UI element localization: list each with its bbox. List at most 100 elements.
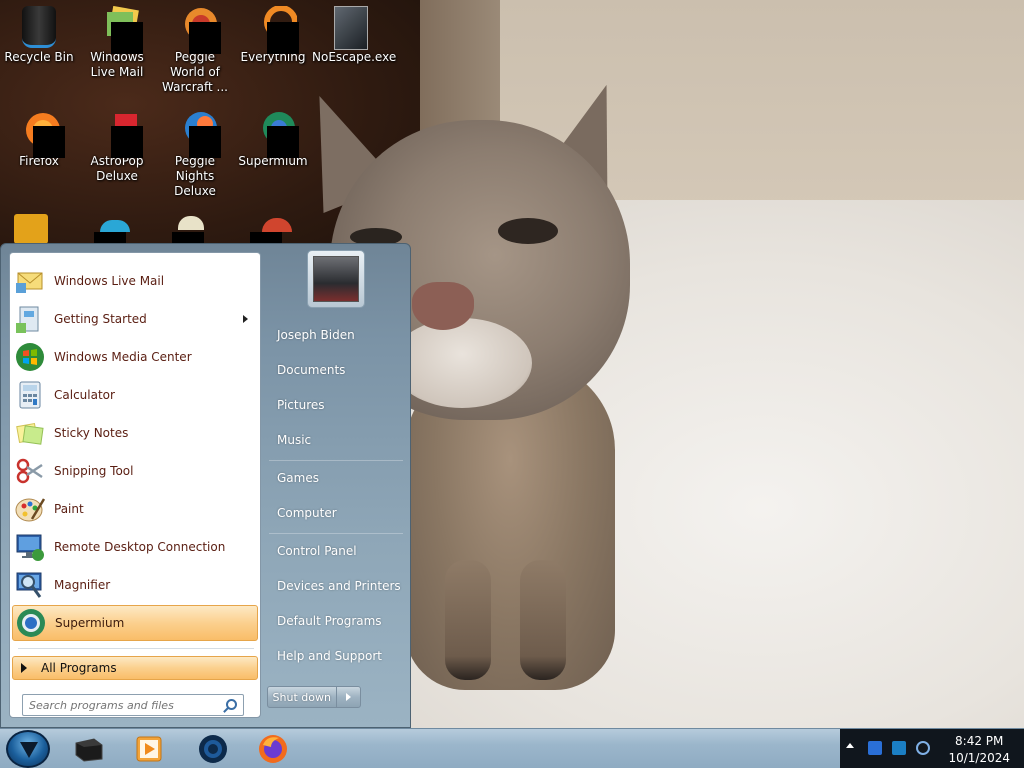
all-programs-label: All Programs: [41, 661, 117, 675]
right-separator: [269, 460, 403, 461]
menu-item-label: Snipping Tool: [54, 464, 134, 478]
desktop-icon-label: Recycle Bin: [4, 50, 74, 64]
desktop-icon-label: AstroPop Deluxe: [90, 154, 144, 183]
game-icon: [14, 214, 48, 244]
sticky-notes-icon: [14, 417, 46, 449]
recycle-bin-icon: [19, 6, 59, 48]
menu-item-snipping-tool[interactable]: Snipping Tool: [12, 453, 258, 489]
cat-leg: [445, 560, 491, 680]
right-item-label: Devices and Printers: [277, 579, 401, 593]
calculator-icon: [14, 379, 46, 411]
chevron-right-icon: [345, 693, 351, 701]
start-menu-programs-pane: Windows Live Mail Getting Started Window…: [9, 252, 261, 718]
desktop-icon-recycle-bin[interactable]: Recycle Bin: [0, 6, 78, 65]
remote-desktop-icon: [14, 531, 46, 563]
all-programs-button[interactable]: All Programs: [12, 656, 258, 680]
network-icon[interactable]: [868, 741, 882, 755]
firefox-icon: [19, 110, 65, 158]
taskbar-app-supermium[interactable]: [192, 731, 234, 767]
cat-muzzle: [392, 318, 532, 408]
desktop-icon-windows-live-mail[interactable]: Windows Live Mail: [78, 5, 156, 80]
cat-nose: [412, 282, 474, 330]
start-menu: Windows Live Mail Getting Started Window…: [0, 243, 411, 728]
media-center-icon: [14, 341, 46, 373]
right-item-label: Computer: [277, 506, 337, 520]
user-avatar: [313, 256, 359, 302]
user-picture[interactable]: [307, 250, 365, 308]
right-item-computer[interactable]: Computer: [263, 498, 409, 528]
menu-item-label: Windows Live Mail: [54, 274, 165, 288]
menu-separator: [18, 648, 254, 649]
noescape-exe-icon: [331, 6, 371, 50]
volume-icon[interactable]: [916, 741, 930, 755]
desktop-icon-label: Peggle World of Warcraft ...: [162, 50, 228, 94]
clock-time: 8:42 PM: [955, 734, 1004, 748]
taskbar: 8:42 PM 10/1/2024: [0, 728, 1024, 768]
triangle-right-icon: [21, 663, 27, 673]
taskbar-app-firefox[interactable]: [252, 731, 294, 767]
right-item-label: Default Programs: [277, 614, 382, 628]
right-item-user[interactable]: Joseph Biden: [263, 320, 409, 350]
right-item-label: Joseph Biden: [277, 328, 355, 342]
desktop-icon-firefox[interactable]: Firefox: [0, 110, 78, 169]
submenu-arrow-icon: [243, 315, 248, 323]
shutdown-options-button[interactable]: [337, 687, 360, 707]
shutdown-button-group: Shut down: [267, 686, 361, 708]
desktop-icon-supermium[interactable]: Supermium: [234, 110, 312, 169]
desktop-icon-peggle-wow[interactable]: Peggle World of Warcraft ...: [156, 6, 234, 95]
magnifier-icon: [14, 569, 46, 601]
clock[interactable]: 8:42 PM 10/1/2024: [948, 733, 1010, 767]
right-item-music[interactable]: Music: [263, 425, 409, 455]
desktop-icon-label: NoEscape.exe: [312, 50, 397, 64]
mail-icon: [14, 265, 46, 297]
start-orb-icon: [20, 742, 38, 758]
menu-item-label: Sticky Notes: [54, 426, 129, 440]
media-player-icon: [136, 736, 162, 762]
desktop-icon-astropop[interactable]: AstroPop Deluxe: [78, 110, 156, 184]
desktop-icon-peggle-nights[interactable]: Peggle Nights Deluxe: [156, 110, 234, 199]
menu-item-supermium[interactable]: Supermium: [12, 605, 258, 641]
supermium-icon: [253, 110, 299, 158]
menu-item-magnifier[interactable]: Magnifier: [12, 567, 258, 603]
start-button[interactable]: [6, 730, 50, 768]
search-input[interactable]: [29, 698, 219, 712]
right-item-label: Pictures: [277, 398, 325, 412]
taskbar-app-box[interactable]: [68, 731, 110, 767]
menu-item-paint[interactable]: Paint: [12, 491, 258, 527]
menu-item-label: Paint: [54, 502, 84, 516]
desktop-icon-partial-row: [14, 214, 314, 244]
search-icon[interactable]: [226, 699, 237, 710]
menu-item-calculator[interactable]: Calculator: [12, 377, 258, 413]
right-item-devices-printers[interactable]: Devices and Printers: [263, 571, 409, 601]
menu-item-label: Magnifier: [54, 578, 111, 592]
right-item-games[interactable]: Games: [263, 463, 409, 493]
globe-icon: [100, 220, 130, 232]
menu-item-label: Remote Desktop Connection: [54, 540, 226, 554]
cat-leg: [520, 560, 566, 680]
shutdown-button[interactable]: Shut down: [268, 687, 337, 707]
supermium-icon: [15, 607, 47, 639]
menu-item-sticky-notes[interactable]: Sticky Notes: [12, 415, 258, 451]
right-item-pictures[interactable]: Pictures: [263, 390, 409, 420]
action-center-icon[interactable]: [892, 741, 906, 755]
right-item-documents[interactable]: Documents: [263, 355, 409, 385]
menu-item-windows-media-center[interactable]: Windows Media Center: [12, 339, 258, 375]
menu-item-remote-desktop[interactable]: Remote Desktop Connection: [12, 529, 258, 565]
desktop-icon-everything[interactable]: Everything: [234, 5, 312, 65]
right-item-label: Documents: [277, 363, 346, 377]
right-item-control-panel[interactable]: Control Panel: [263, 536, 409, 566]
clock-date: 10/1/2024: [948, 751, 1010, 765]
menu-item-getting-started[interactable]: Getting Started: [12, 301, 258, 337]
search-box[interactable]: [22, 694, 244, 716]
flower-icon: [178, 216, 204, 230]
right-item-default-programs[interactable]: Default Programs: [263, 606, 409, 636]
taskbar-app-media-player[interactable]: [128, 731, 170, 767]
menu-item-windows-live-mail[interactable]: Windows Live Mail: [12, 263, 258, 299]
show-hidden-icons-button[interactable]: [846, 743, 854, 748]
system-tray: 8:42 PM 10/1/2024: [840, 729, 1024, 768]
astropop-icon: [97, 110, 143, 158]
getting-started-icon: [14, 303, 46, 335]
paint-icon: [14, 493, 46, 525]
desktop-icon-noescape[interactable]: NoEscape.exe: [312, 6, 397, 65]
right-item-help-support[interactable]: Help and Support: [263, 641, 409, 671]
